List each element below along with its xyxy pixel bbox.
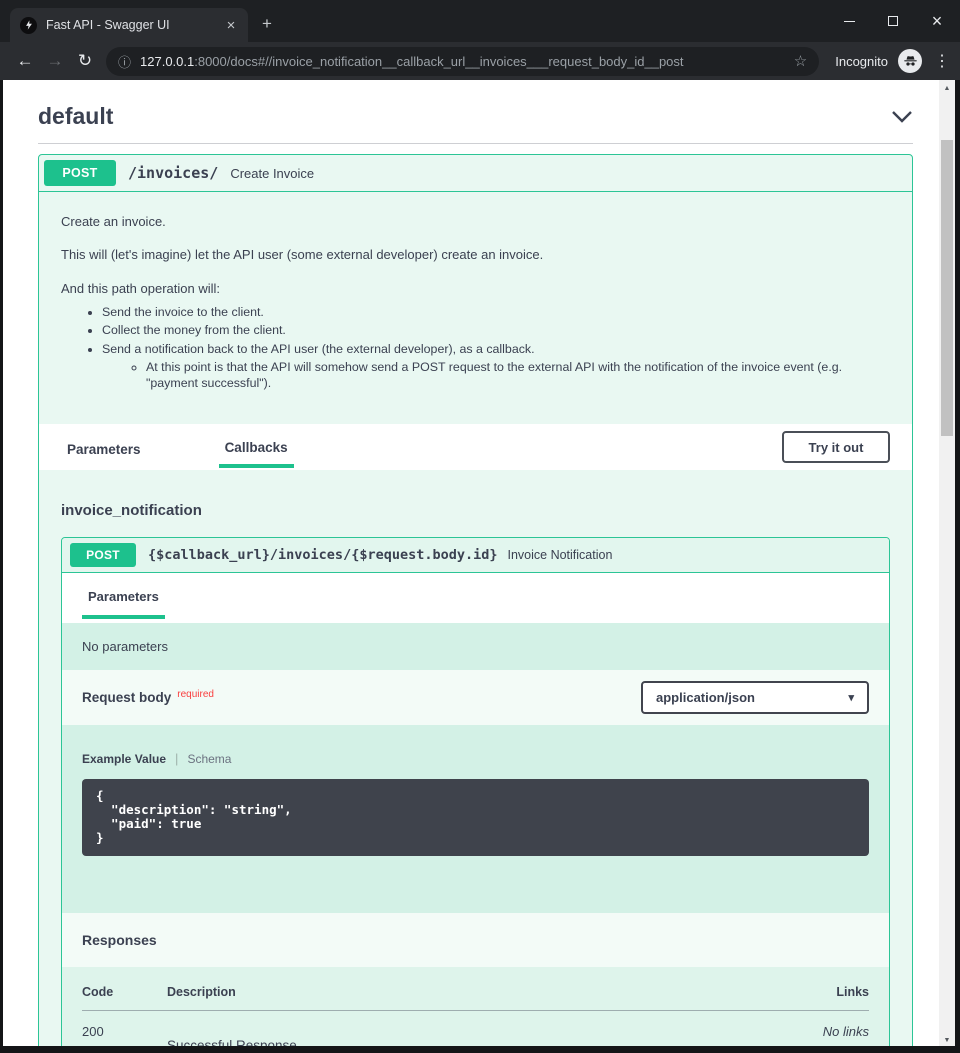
minimize-icon[interactable] xyxy=(838,10,860,32)
window-right-edge xyxy=(955,80,960,1053)
tab-bar: Fast API - Swagger UI × + × xyxy=(0,0,960,42)
no-parameters-row: No parameters xyxy=(62,623,889,670)
list-item: Send a notification back to the API user… xyxy=(102,342,890,392)
example-tabs: Example Value | Schema xyxy=(82,751,869,766)
callback-path: {$callback_url}/invoices/{$request.body.… xyxy=(148,547,498,563)
tab-example-value[interactable]: Example Value xyxy=(82,752,166,766)
list-item: Collect the money from the client. xyxy=(102,323,890,339)
description-paragraph: This will (let's imagine) let the API us… xyxy=(61,247,890,263)
scroll-up-icon[interactable]: ▲ xyxy=(939,85,955,92)
browser-window: Fast API - Swagger UI × + × ← → ↻ ⓘ 127.… xyxy=(0,0,960,1053)
incognito-label: Incognito xyxy=(835,54,888,69)
column-header-description: Description xyxy=(167,985,749,1011)
request-body-label: Request bodyrequired xyxy=(82,690,214,705)
url-host: 127.0.0.1 xyxy=(140,54,194,69)
chevron-down-icon: ▾ xyxy=(848,691,854,704)
method-badge: POST xyxy=(44,160,116,186)
fastapi-bolt-icon xyxy=(20,17,37,34)
request-body-row: Request bodyrequired application/json ▾ xyxy=(62,670,889,725)
tab-title: Fast API - Swagger UI xyxy=(46,18,222,32)
page-info-icon[interactable]: ⓘ xyxy=(118,52,131,71)
callback-opblock: POST {$callback_url}/invoices/{$request.… xyxy=(61,537,890,1053)
responses-table: Code Description Links 200 Successful Re… xyxy=(82,985,869,1053)
maximize-icon[interactable] xyxy=(882,10,904,32)
menu-dots-icon[interactable]: ⋮ xyxy=(934,51,950,71)
code-line: { xyxy=(96,789,855,803)
window-bottom-edge xyxy=(0,1046,960,1053)
try-it-out-button[interactable]: Try it out xyxy=(782,431,890,463)
code-line: "description": "string", xyxy=(96,803,855,817)
address-bar[interactable]: ⓘ 127.0.0.1:8000/docs#//invoice_notifica… xyxy=(106,47,819,76)
opblock-summary[interactable]: POST /invoices/ Create Invoice xyxy=(39,155,912,192)
endpoint-summary: Create Invoice xyxy=(230,166,314,181)
tab-parameters[interactable]: Parameters xyxy=(61,429,147,466)
new-tab-icon[interactable]: + xyxy=(262,14,272,34)
page-area: default POST /invoices/ Create Invoice C… xyxy=(0,80,960,1053)
url-text: 127.0.0.1:8000/docs#//invoice_notificati… xyxy=(140,54,684,69)
page-scrollbar[interactable]: ▲ ▼ xyxy=(939,80,955,1053)
list-item: Send the invoice to the client. xyxy=(102,305,890,321)
tab-schema[interactable]: Schema xyxy=(187,752,231,766)
content-type-value: application/json xyxy=(656,690,755,705)
description-paragraph: Create an invoice. xyxy=(61,214,890,230)
window-controls: × xyxy=(838,0,948,42)
example-section: Example Value | Schema { "description": … xyxy=(62,725,889,913)
operation-tabs: Parameters Callbacks Try it out xyxy=(39,424,912,470)
description-paragraph: And this path operation will: xyxy=(61,281,890,297)
forward-icon[interactable]: → xyxy=(40,51,70,71)
opblock-post-invoices: POST /invoices/ Create Invoice Create an… xyxy=(38,154,913,1053)
url-path: :8000/docs#//invoice_notification__callb… xyxy=(194,54,683,69)
tab-close-icon[interactable]: × xyxy=(222,17,240,34)
column-header-code: Code xyxy=(82,985,167,1011)
callbacks-section: invoice_notification POST {$callback_url… xyxy=(39,470,912,1053)
method-badge: POST xyxy=(70,543,136,567)
section-header[interactable]: default xyxy=(38,103,913,130)
description-sublist: At this point is that the API will someh… xyxy=(146,360,846,391)
scroll-down-icon[interactable]: ▼ xyxy=(939,1037,955,1044)
bookmark-star-icon[interactable]: ☆ xyxy=(784,52,807,70)
reload-icon[interactable]: ↻ xyxy=(70,51,100,71)
code-line: "paid": true xyxy=(96,817,855,831)
back-icon[interactable]: ← xyxy=(10,51,40,71)
code-line: } xyxy=(96,831,855,845)
incognito-icon xyxy=(898,49,922,73)
tab-callbacks[interactable]: Callbacks xyxy=(219,427,294,468)
responses-heading: Responses xyxy=(62,913,889,967)
section-title: default xyxy=(38,103,113,130)
opblock-description: Create an invoice. This will (let's imag… xyxy=(39,192,912,424)
callback-summary-text: Invoice Notification xyxy=(508,548,613,562)
callback-heading: invoice_notification xyxy=(61,502,890,519)
section-divider xyxy=(38,143,913,144)
example-code-block[interactable]: { "description": "string", "paid": true … xyxy=(82,779,869,856)
tab-parameters[interactable]: Parameters xyxy=(82,573,165,619)
callback-summary[interactable]: POST {$callback_url}/invoices/{$request.… xyxy=(62,538,889,573)
browser-tab[interactable]: Fast API - Swagger UI × xyxy=(10,8,248,42)
scrollbar-thumb[interactable] xyxy=(941,140,953,436)
content-type-select[interactable]: application/json ▾ xyxy=(641,681,869,714)
list-item: At this point is that the API will someh… xyxy=(146,360,846,391)
swagger-page: default POST /invoices/ Create Invoice C… xyxy=(0,80,939,1053)
chevron-down-icon[interactable] xyxy=(891,110,913,124)
endpoint-path: /invoices/ xyxy=(128,164,218,182)
browser-toolbar: ← → ↻ ⓘ 127.0.0.1:8000/docs#//invoice_no… xyxy=(0,42,960,80)
responses-table-section: Code Description Links 200 Successful Re… xyxy=(62,967,889,1053)
description-list: Send the invoice to the client. Collect … xyxy=(102,305,890,392)
required-flag: required xyxy=(177,689,214,700)
column-header-links: Links xyxy=(749,985,869,1011)
callback-parameters-tabrow: Parameters xyxy=(62,573,889,623)
tab-separator: | xyxy=(175,751,178,766)
close-icon[interactable]: × xyxy=(926,10,948,32)
